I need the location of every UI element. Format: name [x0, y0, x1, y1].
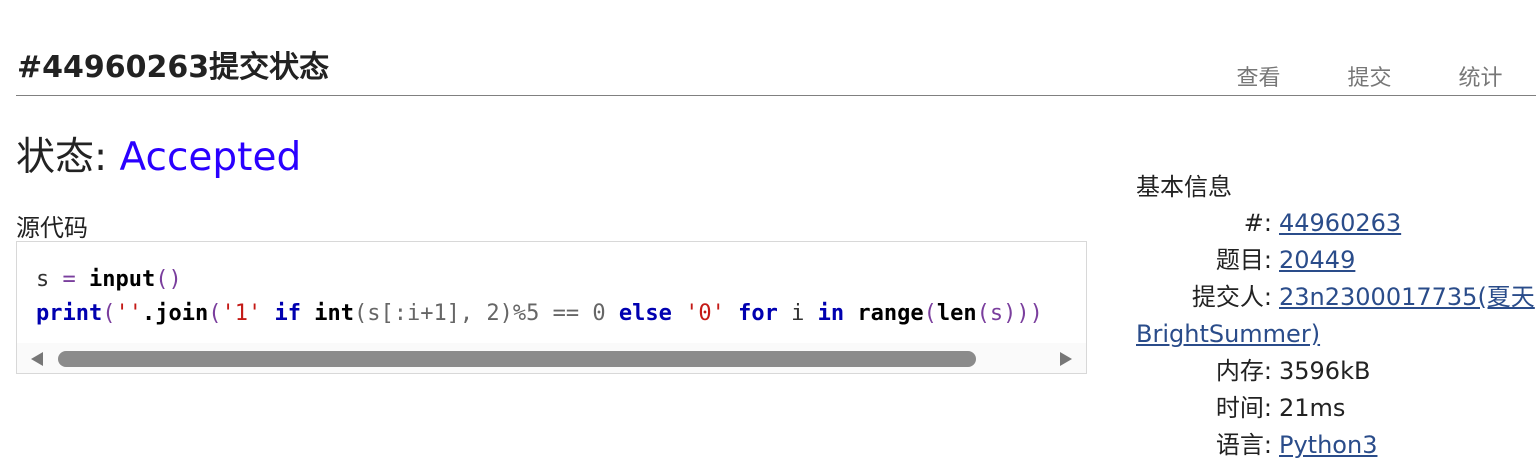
- info-label: 内存:: [1215, 357, 1272, 385]
- code-token: 0: [592, 301, 606, 326]
- status-line: 状态: Accepted: [16, 126, 301, 182]
- info-row-language: 语言: Python3: [1136, 430, 1536, 463]
- code-token: print: [36, 301, 103, 326]
- code-token: len: [936, 301, 977, 326]
- code-token: in: [817, 301, 845, 326]
- code-token: int: [314, 301, 354, 326]
- code-token: (s[:i+1], 2)%5 ==: [353, 301, 593, 326]
- code-token: '1': [221, 301, 262, 326]
- code-token: '': [115, 301, 142, 326]
- source-code: s = input() print(''.join('1' if int(s[:…: [36, 263, 1043, 331]
- code-token: (: [208, 301, 222, 326]
- code-token: range: [857, 301, 924, 326]
- info-label: 时间:: [1215, 394, 1272, 422]
- nav-submit[interactable]: 提交: [1314, 60, 1425, 92]
- code-line-1: s = input(): [36, 267, 182, 292]
- code-token: else: [618, 301, 672, 326]
- submitter-link-continued[interactable]: BrightSummer): [1136, 319, 1320, 349]
- info-row-id: #: 44960263: [1136, 208, 1536, 245]
- code-token: for: [738, 301, 778, 326]
- code-token: =: [49, 267, 89, 292]
- code-token: (): [155, 267, 182, 292]
- status-value: Accepted: [119, 135, 302, 180]
- language-link[interactable]: Python3: [1279, 430, 1377, 460]
- info-row-problem: 题目: 20449: [1136, 245, 1536, 282]
- info-label: 语言:: [1215, 431, 1272, 459]
- scroll-right-arrow-icon[interactable]: [1060, 352, 1072, 366]
- basic-info-panel: 基本信息 #: 44960263 题目: 20449 提交人: 23n23000…: [1136, 172, 1536, 463]
- horizontal-scrollbar[interactable]: [17, 343, 1086, 373]
- code-token: if: [274, 301, 301, 326]
- problem-link[interactable]: 20449: [1279, 245, 1355, 275]
- source-code-label: 源代码: [16, 214, 88, 242]
- submission-status-page: #44960263提交状态 查看 提交 统计 状态: Accepted 源代码 …: [0, 0, 1536, 463]
- info-row-memory: 内存: 3596kB: [1136, 356, 1536, 393]
- scrollbar-thumb[interactable]: [58, 351, 976, 367]
- top-nav: 查看 提交 统计: [1203, 60, 1536, 92]
- code-token: s: [36, 267, 50, 292]
- code-token: (: [102, 301, 116, 326]
- submission-id-link[interactable]: 44960263: [1279, 208, 1401, 238]
- code-token: (s))): [976, 301, 1043, 326]
- scroll-left-arrow-icon[interactable]: [31, 352, 43, 366]
- code-token: i: [777, 301, 818, 326]
- header-divider: [16, 95, 1536, 96]
- memory-value: 3596kB: [1279, 357, 1371, 385]
- info-label: 题目:: [1215, 246, 1272, 274]
- code-token: .join: [141, 301, 209, 326]
- code-token: input: [89, 267, 156, 292]
- nav-statistics[interactable]: 统计: [1425, 60, 1536, 92]
- code-token: '0': [685, 301, 725, 326]
- page-title: #44960263提交状态: [17, 50, 330, 85]
- status-label: 状态:: [16, 135, 108, 180]
- source-code-box[interactable]: s = input() print(''.join('1' if int(s[:…: [16, 241, 1087, 374]
- info-label: 提交人:: [1191, 283, 1272, 311]
- code-token: (: [923, 301, 937, 326]
- info-label: #:: [1243, 209, 1272, 237]
- info-row-submitter: 提交人: 23n2300017735(夏天 BrightSummer): [1136, 282, 1536, 356]
- time-value: 21ms: [1279, 394, 1346, 422]
- info-row-time: 时间: 21ms: [1136, 393, 1536, 430]
- submitter-link[interactable]: 23n2300017735(夏天: [1279, 282, 1535, 312]
- basic-info-title: 基本信息: [1136, 173, 1232, 201]
- nav-view[interactable]: 查看: [1203, 60, 1314, 92]
- code-line-2: print(''.join('1' if int(s[:i+1], 2)%5 =…: [36, 301, 1043, 326]
